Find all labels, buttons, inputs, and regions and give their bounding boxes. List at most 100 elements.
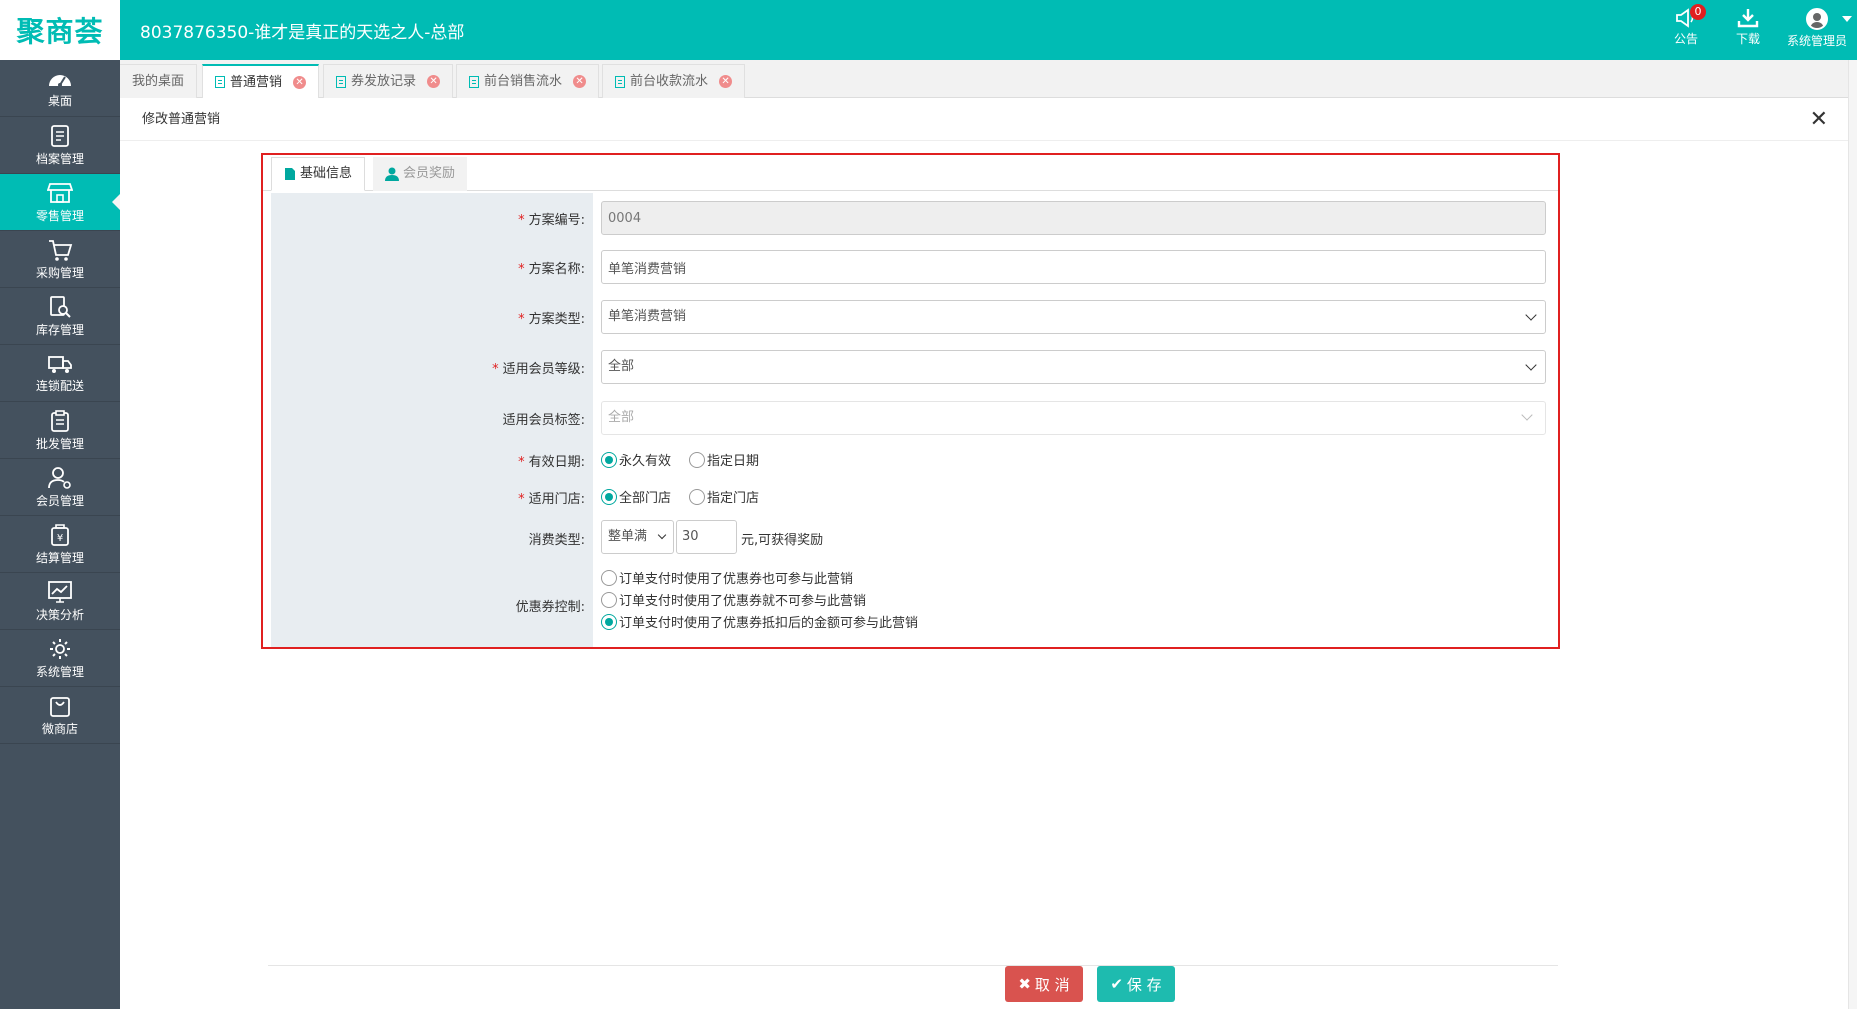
cart-icon: [49, 239, 73, 261]
truck-icon: [48, 355, 72, 373]
radio-checked[interactable]: [601, 613, 617, 630]
coupon-option-not-allowed[interactable]: 订单支付时使用了优惠券就不可参与此营销: [601, 590, 866, 609]
save-button[interactable]: ✔ 保 存: [1097, 966, 1175, 1002]
sidebar-item-wechat-store[interactable]: 微商店: [0, 687, 120, 744]
sidebar-item-member[interactable]: 会员管理: [0, 459, 120, 516]
chevron-down-icon: [1525, 359, 1537, 371]
radio-checked[interactable]: [601, 488, 617, 505]
tab-coupon-records[interactable]: 券发放记录 ✕: [323, 64, 454, 98]
tab-close-icon[interactable]: ✕: [293, 75, 307, 89]
user-menu[interactable]: 系统管理员: [1782, 8, 1852, 49]
row-consume-type: 消费类型: 整单满 30 元,可获得奖励: [271, 520, 1550, 554]
notice-label: 公告: [1673, 32, 1698, 46]
member-level-value: 全部: [608, 359, 635, 374]
sidebar-item-label: 采购管理: [35, 265, 84, 280]
sidebar-item-retail[interactable]: 零售管理: [0, 174, 120, 231]
app-title: 8037876350-谁才是真正的天选之人-总部: [140, 23, 465, 43]
row-coupon-control: 优惠券控制: 订单支付时使用了优惠券也可参与此营销 订单支付时使用了优惠券就不可…: [271, 566, 1550, 642]
app-logo[interactable]: 聚商荟: [0, 0, 120, 60]
top-header: 聚商荟 8037876350-谁才是真正的天选之人-总部 0 公告 下载 系统管…: [0, 0, 1857, 60]
tab-front-payments[interactable]: 前台收款流水 ✕: [602, 64, 746, 98]
plan-type-value: 单笔消费营销: [608, 309, 687, 324]
sidebar-item-wholesale[interactable]: 批发管理: [0, 402, 120, 459]
sidebar-item-desktop[interactable]: 桌面: [0, 60, 120, 117]
close-icon[interactable]: ✕: [1810, 99, 1828, 141]
sidebar-item-distribution[interactable]: 连锁配送: [0, 345, 120, 402]
page-tabs: 我的桌面 普通营销 ✕ 券发放记录 ✕ 前台销售流水 ✕ 前台收款流水 ✕: [120, 60, 1857, 98]
plan-code-input: [601, 201, 1546, 235]
row-valid-date: * 有效日期: 永久有效 指定日期: [271, 445, 1550, 475]
member-tag-select[interactable]: 全部: [601, 401, 1546, 435]
main-content: 修改普通营销 ✕ 基础信息 会员奖励 *方案编号: *方案名称:: [120, 99, 1848, 1009]
member-tag-label: 适用会员标签:: [502, 413, 585, 428]
download-button[interactable]: 下载: [1720, 8, 1776, 47]
sidebar-item-label: 桌面: [47, 93, 72, 108]
consume-reward-text: 元,可获得奖励: [741, 533, 824, 548]
consume-type-select[interactable]: 整单满: [601, 520, 674, 554]
sidebar-item-label: 零售管理: [35, 208, 84, 223]
tab-label: 券发放记录: [351, 74, 417, 89]
sidebar-item-label: 决策分析: [35, 607, 84, 622]
tab-member-reward[interactable]: 会员奖励: [373, 157, 468, 191]
radio-checked[interactable]: [601, 451, 617, 468]
form-body: *方案编号: *方案名称: *方案类型: 单笔消费营销 *适用会员等级:: [271, 193, 1550, 647]
date-forever-option[interactable]: 永久有效: [601, 450, 671, 469]
radio-unchecked[interactable]: [689, 488, 706, 505]
dashboard-icon: [49, 74, 71, 87]
store-specified-option[interactable]: 指定门店: [689, 487, 759, 506]
member-level-select[interactable]: 全部: [601, 350, 1546, 384]
sidebar-item-label: 档案管理: [35, 151, 84, 166]
sidebar-item-purchase[interactable]: 采购管理: [0, 231, 120, 288]
row-plan-type: * 方案类型: 单笔消费营销: [271, 300, 1550, 334]
radio-unchecked[interactable]: [601, 569, 617, 586]
user-settings-icon: [48, 466, 71, 489]
svg-text:¥: ¥: [57, 533, 63, 544]
store-all-option[interactable]: 全部门店: [601, 487, 671, 506]
sidebar-item-system[interactable]: 系统管理: [0, 630, 120, 687]
download-label: 下载: [1735, 32, 1760, 46]
plan-name-input[interactable]: [601, 250, 1546, 284]
coupon-option-allowed[interactable]: 订单支付时使用了优惠券也可参与此营销: [601, 568, 853, 587]
store-icon: [47, 182, 73, 203]
sidebar-item-inventory[interactable]: 库存管理: [0, 288, 120, 345]
tab-close-icon[interactable]: ✕: [427, 75, 441, 88]
chevron-down-icon: [1521, 409, 1533, 421]
sidebar-item-archive[interactable]: 档案管理: [0, 117, 120, 174]
download-icon: [1737, 9, 1759, 28]
tab-front-sales[interactable]: 前台销售流水 ✕: [456, 64, 600, 98]
document-icon: [215, 76, 225, 88]
chart-line-icon: [48, 580, 72, 603]
tab-my-desktop[interactable]: 我的桌面: [120, 64, 198, 98]
notice-button[interactable]: 0 公告: [1658, 4, 1714, 47]
tab-normal-marketing[interactable]: 普通营销 ✕: [202, 64, 320, 98]
sidebar-item-label: 结算管理: [35, 550, 84, 565]
clipboard-icon: [51, 409, 69, 432]
consume-amount-input[interactable]: 30: [676, 520, 737, 554]
coupon-option-after-discount[interactable]: 订单支付时使用了优惠券抵扣后的金额可参与此营销: [601, 612, 918, 631]
tab-basic-info[interactable]: 基础信息: [271, 157, 366, 191]
check-icon: ✔: [1110, 975, 1123, 993]
page-scrollbar[interactable]: [1848, 60, 1857, 1009]
yen-bag-icon: ¥: [51, 523, 69, 546]
document-icon: [469, 75, 479, 88]
radio-unchecked[interactable]: [601, 591, 617, 608]
shopping-bag-icon: [50, 696, 70, 717]
tab-label: 普通营销: [230, 74, 283, 90]
member-level-label: * 适用会员等级:: [492, 362, 585, 377]
page-header: 修改普通营销 ✕: [120, 99, 1848, 141]
gear-icon: [50, 638, 70, 659]
user-icon: [385, 167, 399, 181]
radio-unchecked[interactable]: [689, 451, 706, 468]
sidebar-item-analysis[interactable]: 决策分析: [0, 573, 120, 630]
footer-divider: [268, 965, 1558, 966]
tab-close-icon[interactable]: ✕: [719, 75, 733, 88]
chevron-down-icon: [1842, 16, 1852, 22]
tab-close-icon[interactable]: ✕: [573, 75, 587, 88]
cancel-button[interactable]: ✖ 取 消: [1005, 966, 1083, 1002]
plan-code-label: * 方案编号:: [518, 213, 585, 228]
sidebar-item-settlement[interactable]: ¥ 结算管理: [0, 516, 120, 573]
date-specified-option[interactable]: 指定日期: [689, 450, 759, 469]
logo-text: 聚商荟: [16, 15, 104, 48]
plan-type-select[interactable]: 单笔消费营销: [601, 300, 1546, 334]
file-icon: [285, 168, 295, 180]
